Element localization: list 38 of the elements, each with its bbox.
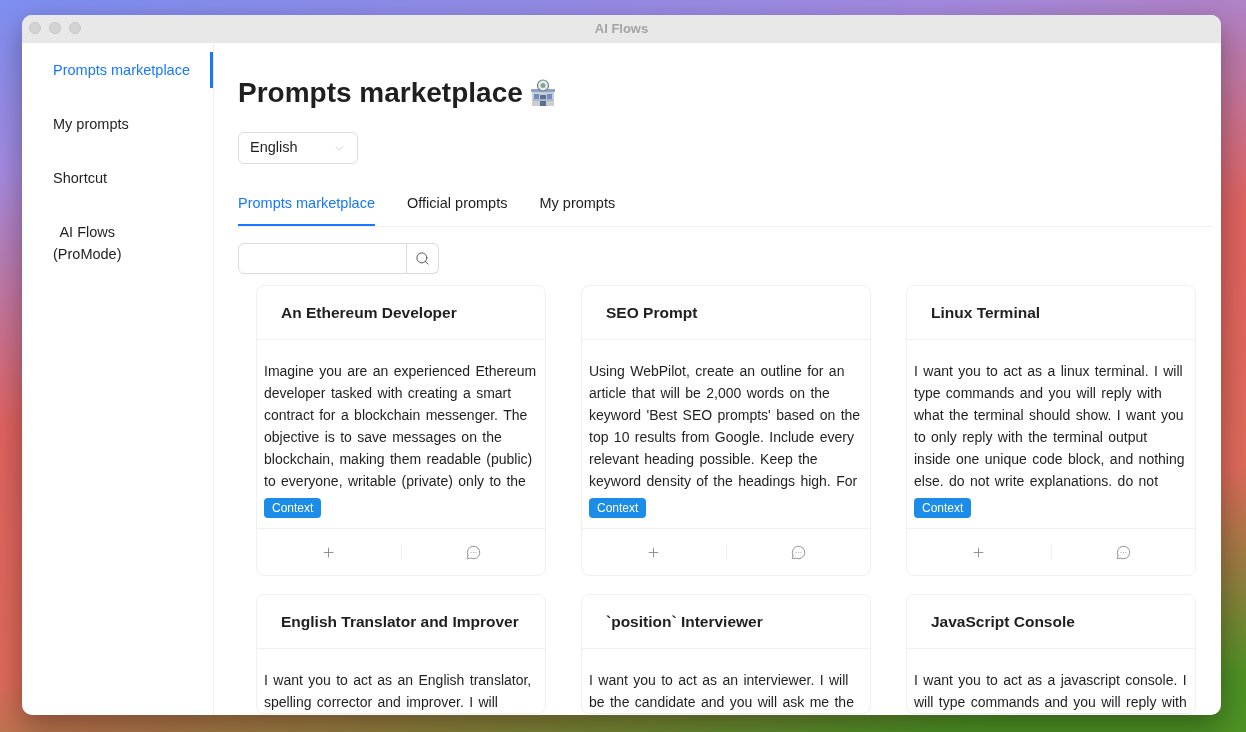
card-description: Using WebPilot, create an outline for an article that will be 2,000 words on the keyword 'Best SEO prompts' based on the top 10 results from Google. Include every relevant heading possible. Keep the keyword density of the headings high. For [589,362,862,491]
tab[interactable]: My prompts [539,180,616,226]
card-title: An Ethereum Developer [281,302,457,323]
sidebar-item[interactable]: AI Flows (ProMode) [22,214,213,272]
sidebar-item[interactable]: My prompts [22,106,213,142]
search-field[interactable] [238,243,407,274]
card-title: `position` Interviewer [606,611,763,632]
card-description: Imagine you are an experienced Ethereum developer tasked with creating a smart contract for a blockchain messenger. The objective is to save messages on the blockchain, making them readable (public) to everyone, writable (private) only to the [264,362,538,491]
search-icon [415,251,430,266]
card-title: Linux Terminal [931,302,1041,323]
search-button[interactable] [407,243,439,274]
language-select[interactable]: English [238,132,358,164]
zoom-window-button[interactable] [69,22,81,34]
card-description: I want you to act as a linux terminal. I will type commands and you will reply with what the terminal should show. I want you to only reply with the terminal output inside one unique code block, and nothing else. do not write explanations. do not [914,362,1186,491]
minimize-window-button[interactable] [49,22,61,34]
context-tag: Context [589,498,647,518]
chat-bubble-icon [790,544,806,560]
card-title: SEO Prompt [606,302,698,323]
tab[interactable]: Official prompts [407,180,508,226]
chat-bubble-icon [1115,544,1131,560]
card-title: English Translator and Improver [281,611,519,632]
store-icon [528,79,557,107]
window-title: AI Flows [594,20,649,39]
sidebar-item[interactable]: Prompts marketplace [22,52,213,88]
card-description: I want you to act as a javascript console. I will type commands and you will reply with [914,671,1188,712]
card-description: I want you to act as an English translator, spelling corrector and improver. I will [264,671,533,712]
context-tag: Context [264,498,322,518]
context-tag: Context [914,498,972,518]
sidebar-item[interactable]: Shortcut [22,160,213,196]
card-title: JavaScript Console [931,611,1075,632]
tab[interactable]: Prompts marketplace [238,180,375,226]
page-title: Prompts marketplace [238,76,523,110]
close-window-button[interactable] [29,22,41,34]
card-description: I want you to act as an interviewer. I will be the candidate and you will ask me the [589,671,855,712]
chat-bubble-icon [465,544,481,560]
plus-icon [971,544,987,560]
plus-icon [646,544,662,560]
plus-icon [321,544,337,560]
